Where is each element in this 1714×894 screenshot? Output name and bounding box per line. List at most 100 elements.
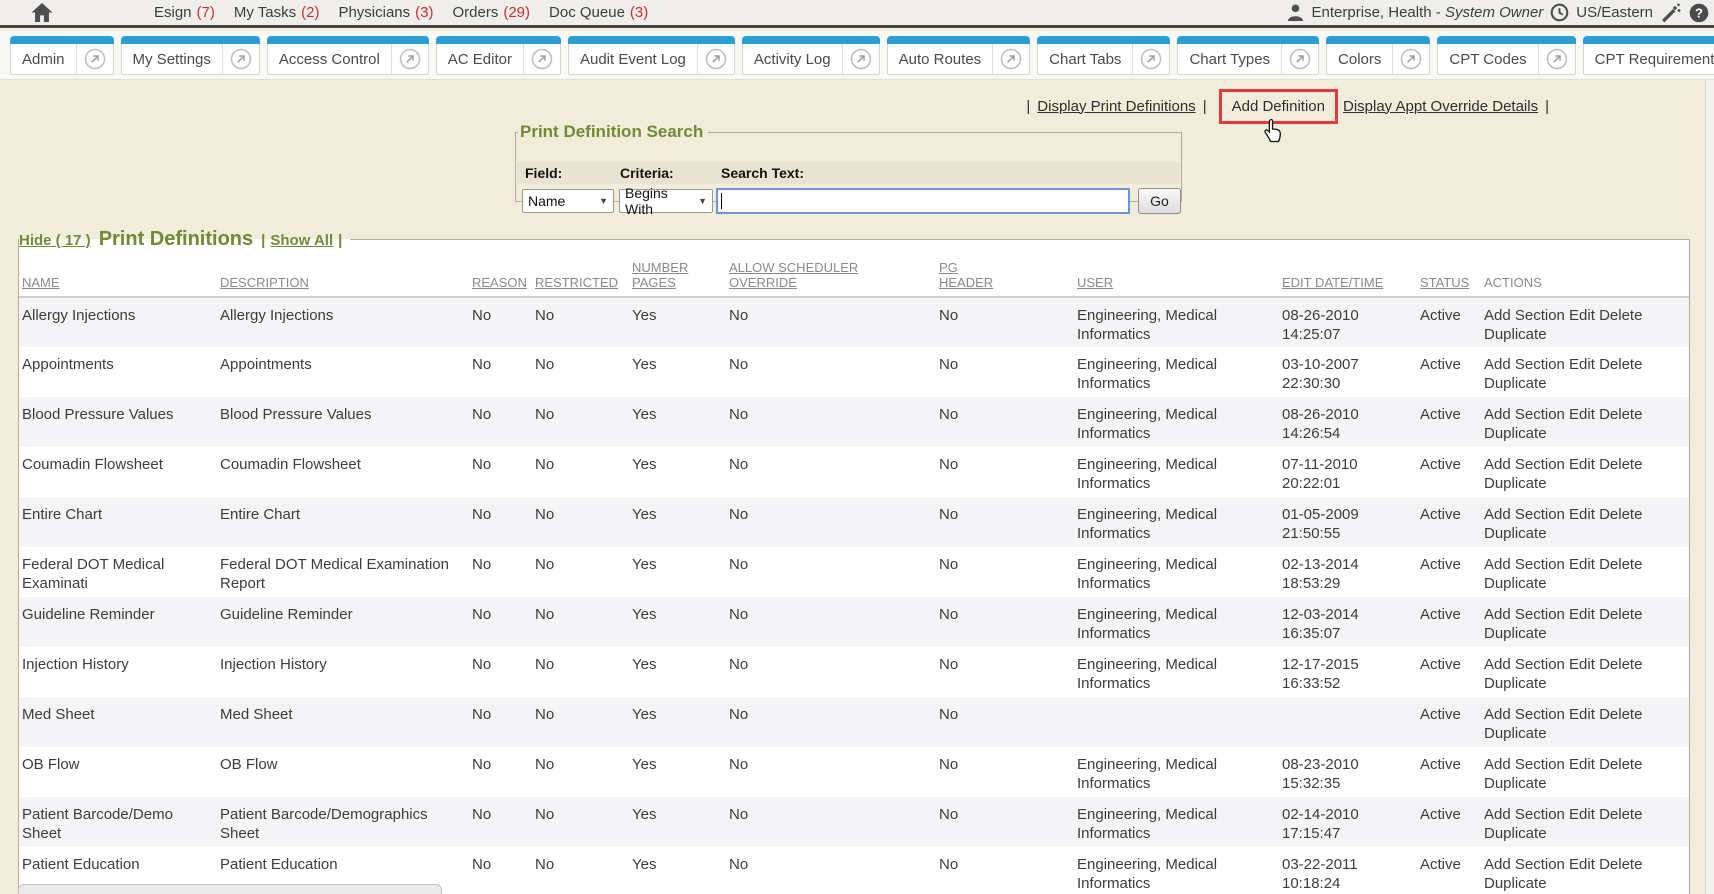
go-button[interactable]: Go [1138, 188, 1181, 214]
col-header-allow-scheduler-override[interactable]: ALLOW SCHEDULER OVERRIDE [726, 251, 936, 297]
tab[interactable]: Auto Routes [887, 36, 1031, 75]
hide-link[interactable]: Hide ( 17 ) [19, 232, 91, 249]
open-new-window-icon[interactable] [223, 44, 259, 74]
cell-user: Engineering, Medical Informatics [1074, 397, 1279, 447]
cell-reason: No [469, 647, 532, 697]
cell-status: Active [1417, 847, 1481, 894]
top-nav-item[interactable]: Doc Queue(3) [549, 4, 648, 21]
tab[interactable]: Colors [1326, 36, 1430, 75]
table-row: Med Sheet Med Sheet No No Yes No No Acti… [19, 697, 1689, 747]
tab-accent-bar [1037, 36, 1170, 44]
tab[interactable]: Access Control [267, 36, 429, 75]
section-title: Print Definitions [99, 228, 253, 251]
cell-name: Blood Pressure Values [19, 397, 217, 447]
open-new-window-icon[interactable] [1539, 44, 1575, 74]
help-icon[interactable]: ? [1689, 3, 1709, 23]
wand-icon[interactable] [1660, 2, 1682, 24]
top-nav-item[interactable]: Physicians(3) [338, 4, 433, 21]
col-header-edit-datetime[interactable]: EDIT DATE/TIME [1279, 251, 1417, 297]
open-new-window-icon[interactable] [698, 44, 734, 74]
cell-allow-override: No [726, 497, 936, 547]
cell-reason: No [469, 397, 532, 447]
open-new-window-icon[interactable] [993, 44, 1029, 74]
cell-actions[interactable]: Add Section Edit Delete Duplicate [1481, 697, 1689, 747]
cell-pg-header: No [936, 747, 1074, 797]
account-role: System Owner [1445, 4, 1543, 21]
field-select[interactable]: Name ▼ [522, 189, 614, 213]
cell-actions[interactable]: Add Section Edit Delete Duplicate [1481, 847, 1689, 894]
col-header-description[interactable]: DESCRIPTION [217, 251, 469, 297]
cell-actions[interactable]: Add Section Edit Delete Duplicate [1481, 597, 1689, 647]
cell-pg-header: No [936, 697, 1074, 747]
table-row: Blood Pressure Values Blood Pressure Val… [19, 397, 1689, 447]
top-nav-count: (29) [503, 4, 530, 21]
top-nav-item[interactable]: Esign(7) [154, 4, 215, 21]
col-header-name[interactable]: NAME [19, 251, 217, 297]
cell-edit-datetime: 12-17-2015 16:33:52 [1279, 647, 1417, 697]
tab[interactable]: Admin [10, 36, 114, 75]
tab-accent-bar [436, 36, 561, 44]
table-row: Allergy Injections Allergy Injections No… [19, 297, 1689, 347]
cell-actions[interactable]: Add Section Edit Delete Duplicate [1481, 797, 1689, 847]
home-icon[interactable] [30, 2, 54, 23]
cell-user: Engineering, Medical Informatics [1074, 447, 1279, 497]
tab[interactable]: Chart Types [1177, 36, 1319, 75]
tab[interactable]: Activity Log [742, 36, 880, 75]
cell-status: Active [1417, 597, 1481, 647]
horizontal-scrollbar-thumb[interactable] [18, 884, 442, 894]
open-new-window-icon[interactable] [392, 44, 428, 74]
open-new-window-icon[interactable] [524, 44, 560, 74]
col-header-reason[interactable]: REASON [469, 251, 532, 297]
open-new-window-icon[interactable] [77, 44, 113, 74]
tab[interactable]: AC Editor [436, 36, 561, 75]
cell-restricted: No [532, 447, 629, 497]
tab[interactable]: My Settings [121, 36, 260, 75]
cell-edit-datetime: 07-11-2010 20:22:01 [1279, 447, 1417, 497]
col-header-user[interactable]: USER [1074, 251, 1279, 297]
open-new-window-icon[interactable] [843, 44, 879, 74]
col-header-pg-header[interactable]: PG HEADER [936, 251, 1074, 297]
cell-edit-datetime: 02-14-2010 17:15:47 [1279, 797, 1417, 847]
add-definition-link[interactable]: Add Definition [1232, 98, 1325, 115]
search-text-input[interactable] [716, 188, 1130, 214]
cell-actions[interactable]: Add Section Edit Delete Duplicate [1481, 547, 1689, 597]
col-header-status[interactable]: STATUS [1417, 251, 1481, 297]
display-appt-override-link[interactable]: Display Appt Override Details [1343, 98, 1538, 115]
table-row: OB Flow OB Flow No No Yes No No Engineer… [19, 747, 1689, 797]
cell-description: Coumadin Flowsheet [217, 447, 469, 497]
cell-number-pages: Yes [629, 397, 726, 447]
tab[interactable]: CPT Requirements [1583, 36, 1714, 75]
tab[interactable]: Chart Tabs [1037, 36, 1170, 75]
cell-actions[interactable]: Add Section Edit Delete Duplicate [1481, 747, 1689, 797]
cell-actions[interactable]: Add Section Edit Delete Duplicate [1481, 397, 1689, 447]
cell-actions[interactable]: Add Section Edit Delete Duplicate [1481, 297, 1689, 347]
table-header: NAME DESCRIPTION REASON RESTRICTED NUMBE… [19, 251, 1689, 297]
cell-actions[interactable]: Add Section Edit Delete Duplicate [1481, 647, 1689, 697]
top-nav-item[interactable]: My Tasks(2) [234, 4, 320, 21]
cell-user [1074, 697, 1279, 747]
cell-description: Guideline Reminder [217, 597, 469, 647]
cell-actions[interactable]: Add Section Edit Delete Duplicate [1481, 347, 1689, 397]
cell-reason: No [469, 697, 532, 747]
top-nav-count: (3) [630, 4, 648, 21]
cell-restricted: No [532, 847, 629, 894]
tab[interactable]: Audit Event Log [568, 36, 735, 75]
display-print-definitions-link[interactable]: Display Print Definitions [1037, 98, 1195, 115]
tab-accent-bar [1177, 36, 1319, 44]
cell-actions[interactable]: Add Section Edit Delete Duplicate [1481, 447, 1689, 497]
col-header-restricted[interactable]: RESTRICTED [532, 251, 629, 297]
col-header-number-pages[interactable]: NUMBER PAGES [629, 251, 726, 297]
vertical-scrollbar-track[interactable] [1705, 80, 1714, 894]
table-row: Coumadin Flowsheet Coumadin Flowsheet No… [19, 447, 1689, 497]
show-all-link[interactable]: Show All [270, 232, 333, 249]
top-nav-item[interactable]: Orders(29) [453, 4, 531, 21]
open-new-window-icon[interactable] [1133, 44, 1169, 74]
tab[interactable]: CPT Codes [1437, 36, 1575, 75]
criteria-select[interactable]: Begins With ▼ [619, 189, 713, 213]
cell-user: Engineering, Medical Informatics [1074, 497, 1279, 547]
open-new-window-icon[interactable] [1282, 44, 1318, 74]
cell-actions[interactable]: Add Section Edit Delete Duplicate [1481, 497, 1689, 547]
open-new-window-icon[interactable] [1393, 44, 1429, 74]
cell-user: Engineering, Medical Informatics [1074, 747, 1279, 797]
page-action-links: | Display Print Definitions | Add Defini… [1019, 88, 1556, 124]
